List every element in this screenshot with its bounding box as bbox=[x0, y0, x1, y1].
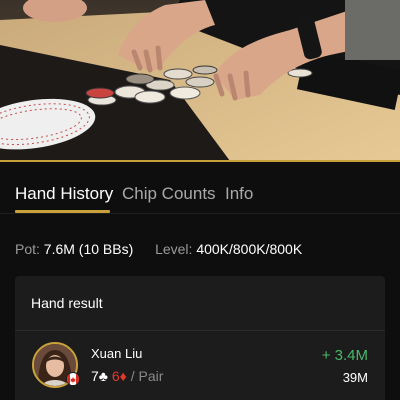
player-name[interactable]: Xuan Liu bbox=[91, 346, 142, 361]
tab-chip-counts[interactable]: Chip Counts bbox=[122, 184, 216, 204]
hand-separator: / bbox=[130, 368, 135, 384]
hole-card-2: 6♦ bbox=[111, 368, 127, 384]
hand-result-card: Hand result Xuan Liu 7♣ 6♦ / Pair + 3.4M… bbox=[15, 276, 385, 400]
level-value: 400K/800K/800K bbox=[196, 241, 303, 257]
hole-cards: 7♣ 6♦ / Pair bbox=[91, 368, 163, 384]
hand-rank: Pair bbox=[138, 368, 164, 384]
hand-result-title: Hand result bbox=[31, 295, 103, 311]
pot-value: 7.6M (10 BBs) bbox=[43, 241, 134, 257]
tab-info[interactable]: Info bbox=[225, 184, 253, 204]
app-root: Hand History Chip Counts Info Pot: 7.6M … bbox=[0, 0, 400, 400]
hole-card-1: 7♣ bbox=[91, 368, 108, 384]
level-label: Level: bbox=[155, 241, 193, 257]
tab-hand-history[interactable]: Hand History bbox=[15, 184, 113, 204]
winnings-amount: + 3.4M bbox=[321, 347, 368, 364]
hand-stats: Pot: 7.6M (10 BBs) Level: 400K/800K/800K bbox=[15, 240, 302, 258]
pot-label: Pot: bbox=[15, 241, 40, 257]
card-divider bbox=[15, 330, 385, 331]
tab-bar: Hand History Chip Counts Info bbox=[0, 178, 400, 218]
player-stack: 39M bbox=[342, 370, 368, 385]
poker-table-image bbox=[0, 0, 400, 161]
video-player[interactable] bbox=[0, 0, 400, 161]
tab-bar-divider bbox=[0, 213, 400, 214]
club-suit-icon: ♣ bbox=[98, 368, 108, 384]
diamond-suit-icon: ♦ bbox=[119, 368, 127, 384]
canada-flag-icon bbox=[66, 372, 80, 386]
video-bottom-accent-line bbox=[0, 160, 400, 162]
